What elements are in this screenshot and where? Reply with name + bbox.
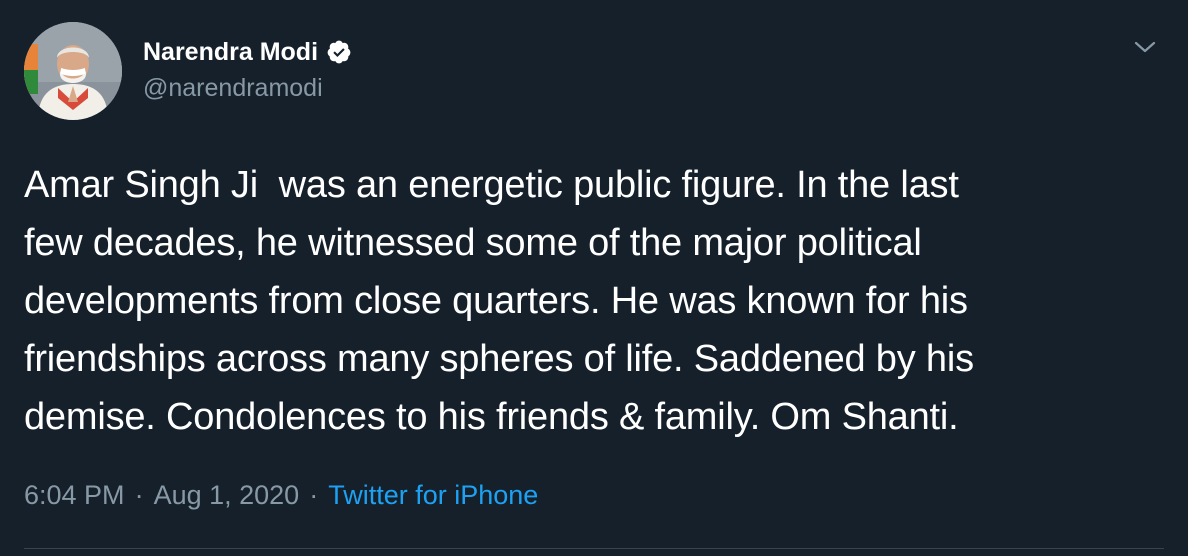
author-name-row: Narendra Modi [143,34,352,70]
author-handle[interactable]: @narendramodi [143,74,323,103]
meta-separator: · [134,480,144,510]
chevron-down-icon [1134,41,1156,53]
more-options-button[interactable] [1130,32,1160,62]
divider [24,548,1164,549]
tweet-source-link[interactable]: Twitter for iPhone [328,480,538,510]
meta-separator-2: · [309,480,319,510]
display-name[interactable]: Narendra Modi [143,38,318,67]
tweet-text: Amar Singh Ji was an energetic public fi… [24,164,974,438]
tweet-card: Narendra Modi @narendramodi Amar Singh J… [0,0,1188,556]
avatar[interactable] [24,22,122,120]
verified-badge-icon [326,39,352,65]
profile-photo-icon [24,22,122,120]
tweet-date[interactable]: Aug 1, 2020 [154,480,300,510]
tweet-meta: 6:04 PM · Aug 1, 2020 · Twitter for iPhone [24,480,538,511]
tweet-time[interactable]: 6:04 PM [24,480,125,510]
